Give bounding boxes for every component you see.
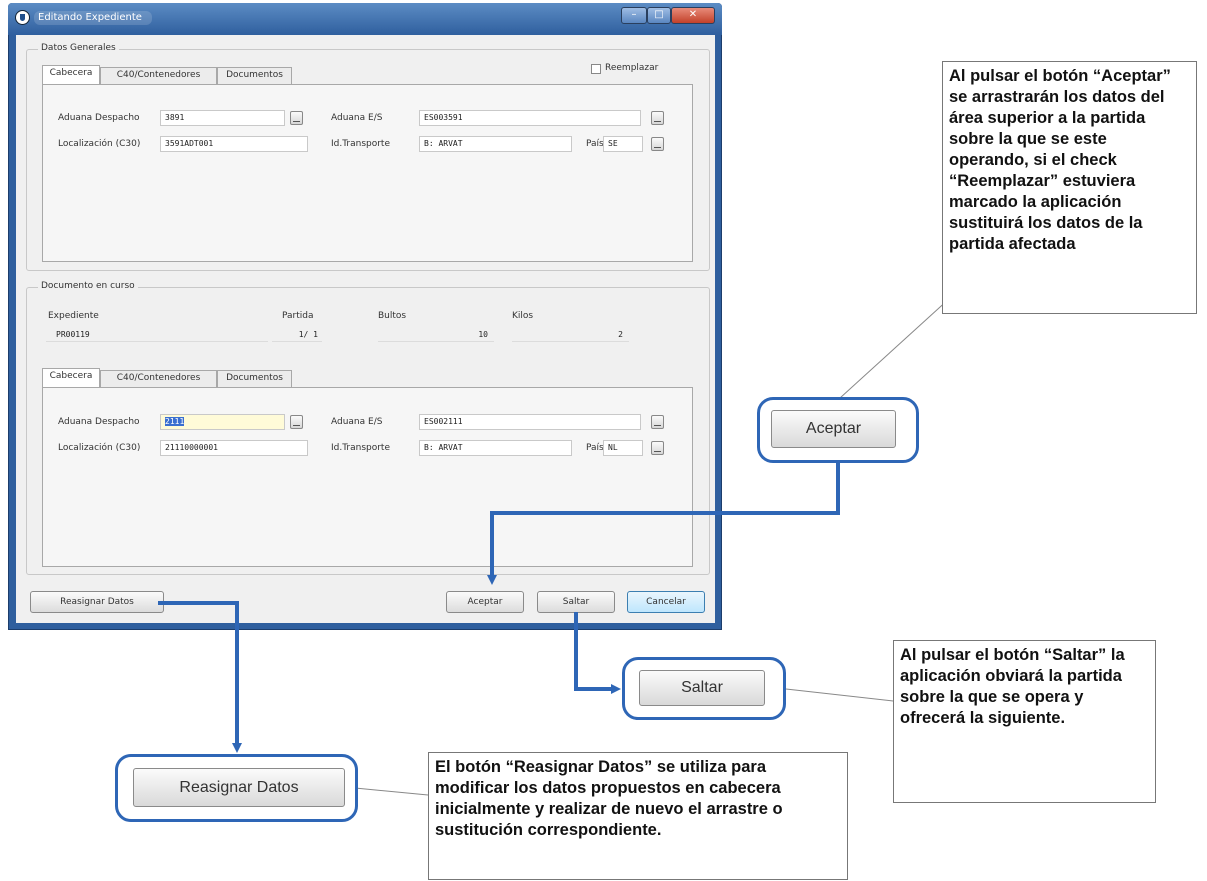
reasignar-note: El botón “Reasignar Datos” se utiliza pa…: [428, 752, 848, 880]
tab-cabecera-top[interactable]: Cabecera: [42, 65, 100, 84]
aceptar-note: Al pulsar el botón “Aceptar” se arrastra…: [942, 61, 1197, 314]
aceptar-note-leader: [839, 297, 951, 399]
reasignar-arrow: [158, 601, 242, 753]
saltar-arrow: [574, 612, 621, 694]
aceptar-arrow: [487, 462, 840, 585]
saltar-note-leader: [785, 688, 894, 702]
aceptar-callout-button[interactable]: Aceptar: [771, 410, 896, 448]
reasignar-callout-button[interactable]: Reasignar Datos: [133, 768, 345, 807]
saltar-note: Al pulsar el botón “Saltar” la aplicació…: [893, 640, 1156, 803]
reasignar-note-leader: [354, 787, 429, 796]
tab-cabecera-bottom[interactable]: Cabecera: [42, 368, 100, 387]
saltar-callout-button[interactable]: Saltar: [639, 670, 765, 706]
